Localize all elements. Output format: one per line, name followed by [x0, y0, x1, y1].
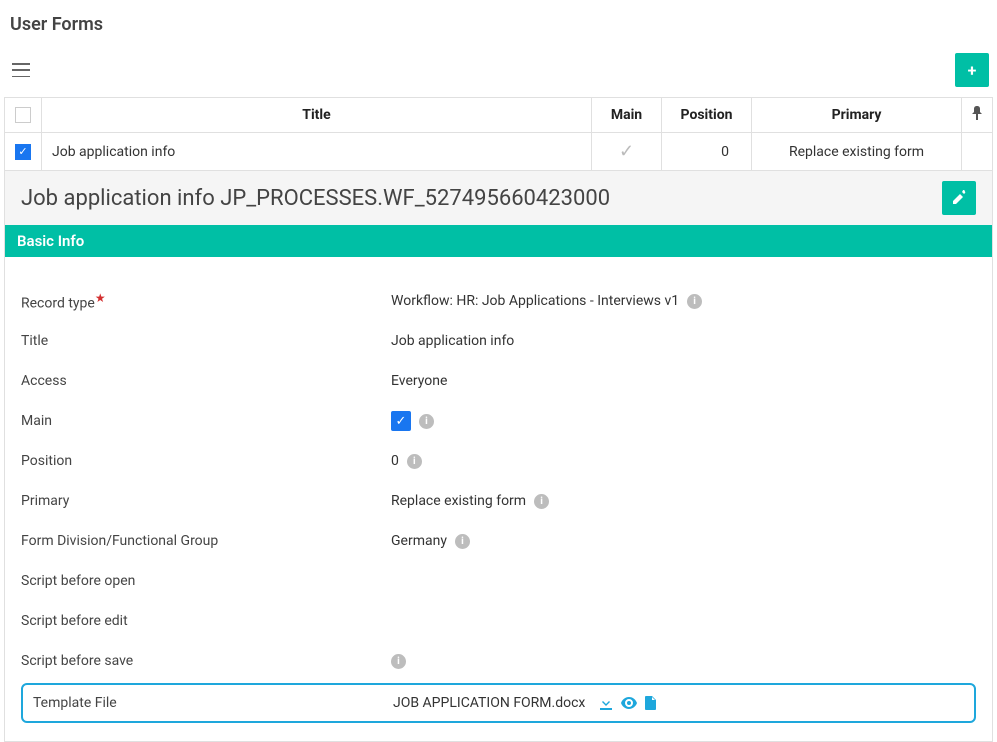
- row-main: ✓: [592, 133, 662, 171]
- plus-icon: +: [968, 61, 977, 80]
- info-icon[interactable]: i: [391, 654, 406, 669]
- main-checkbox: ✓: [391, 411, 411, 431]
- document-icon[interactable]: [645, 696, 657, 710]
- field-script-save: Script before save i: [21, 641, 976, 681]
- division-value: Germany: [391, 533, 447, 549]
- row-checkbox[interactable]: ✓: [15, 144, 31, 160]
- info-icon[interactable]: i: [407, 454, 422, 469]
- pencil-icon: [951, 190, 967, 206]
- select-all-checkbox[interactable]: [15, 107, 31, 123]
- field-division: Form Division/Functional Group Germany i: [21, 521, 976, 561]
- info-icon[interactable]: i: [419, 414, 434, 429]
- title-value: Job application info: [391, 333, 514, 349]
- access-value: Everyone: [391, 373, 447, 389]
- col-title-header[interactable]: Title: [42, 98, 592, 133]
- add-button[interactable]: +: [955, 53, 989, 87]
- col-main-header[interactable]: Main: [592, 98, 662, 133]
- pin-icon: [972, 106, 982, 120]
- info-icon[interactable]: i: [687, 294, 702, 309]
- required-star-icon: ★: [95, 291, 106, 305]
- info-icon[interactable]: i: [534, 494, 549, 509]
- field-record-type: Record type★ Workflow: HR: Job Applicati…: [21, 281, 976, 321]
- field-script-edit: Script before edit: [21, 601, 976, 641]
- record-type-value: Workflow: HR: Job Applications - Intervi…: [391, 293, 679, 309]
- info-icon[interactable]: i: [455, 534, 470, 549]
- field-primary: Primary Replace existing form i: [21, 481, 976, 521]
- row-title: Job application info: [42, 133, 592, 171]
- menu-icon[interactable]: [12, 63, 30, 77]
- col-pin-header[interactable]: [962, 98, 993, 133]
- field-access: Access Everyone: [21, 361, 976, 401]
- field-template-file: Template File JOB APPLICATION FORM.docx: [21, 683, 976, 723]
- field-main: Main ✓ i: [21, 401, 976, 441]
- col-position-header[interactable]: Position: [662, 98, 752, 133]
- eye-icon[interactable]: [621, 697, 637, 709]
- field-script-open: Script before open: [21, 561, 976, 601]
- detail-title: Job application info JP_PROCESSES.WF_527…: [21, 186, 942, 211]
- col-primary-header[interactable]: Primary: [752, 98, 962, 133]
- section-basic-info: Basic Info: [5, 225, 992, 257]
- edit-button[interactable]: [942, 181, 976, 215]
- row-position: 0: [662, 133, 752, 171]
- primary-value: Replace existing form: [391, 493, 526, 509]
- page-title: User Forms: [10, 14, 993, 35]
- field-position: Position 0 i: [21, 441, 976, 481]
- download-icon[interactable]: [599, 696, 613, 710]
- table-row[interactable]: ✓ Job application info ✓ 0 Replace exist…: [5, 133, 993, 171]
- field-title: Title Job application info: [21, 321, 976, 361]
- template-file-value: JOB APPLICATION FORM.docx: [393, 695, 585, 711]
- position-value: 0: [391, 453, 399, 469]
- row-primary: Replace existing form: [752, 133, 962, 171]
- forms-table: Title Main Position Primary ✓ Job applic…: [4, 97, 993, 171]
